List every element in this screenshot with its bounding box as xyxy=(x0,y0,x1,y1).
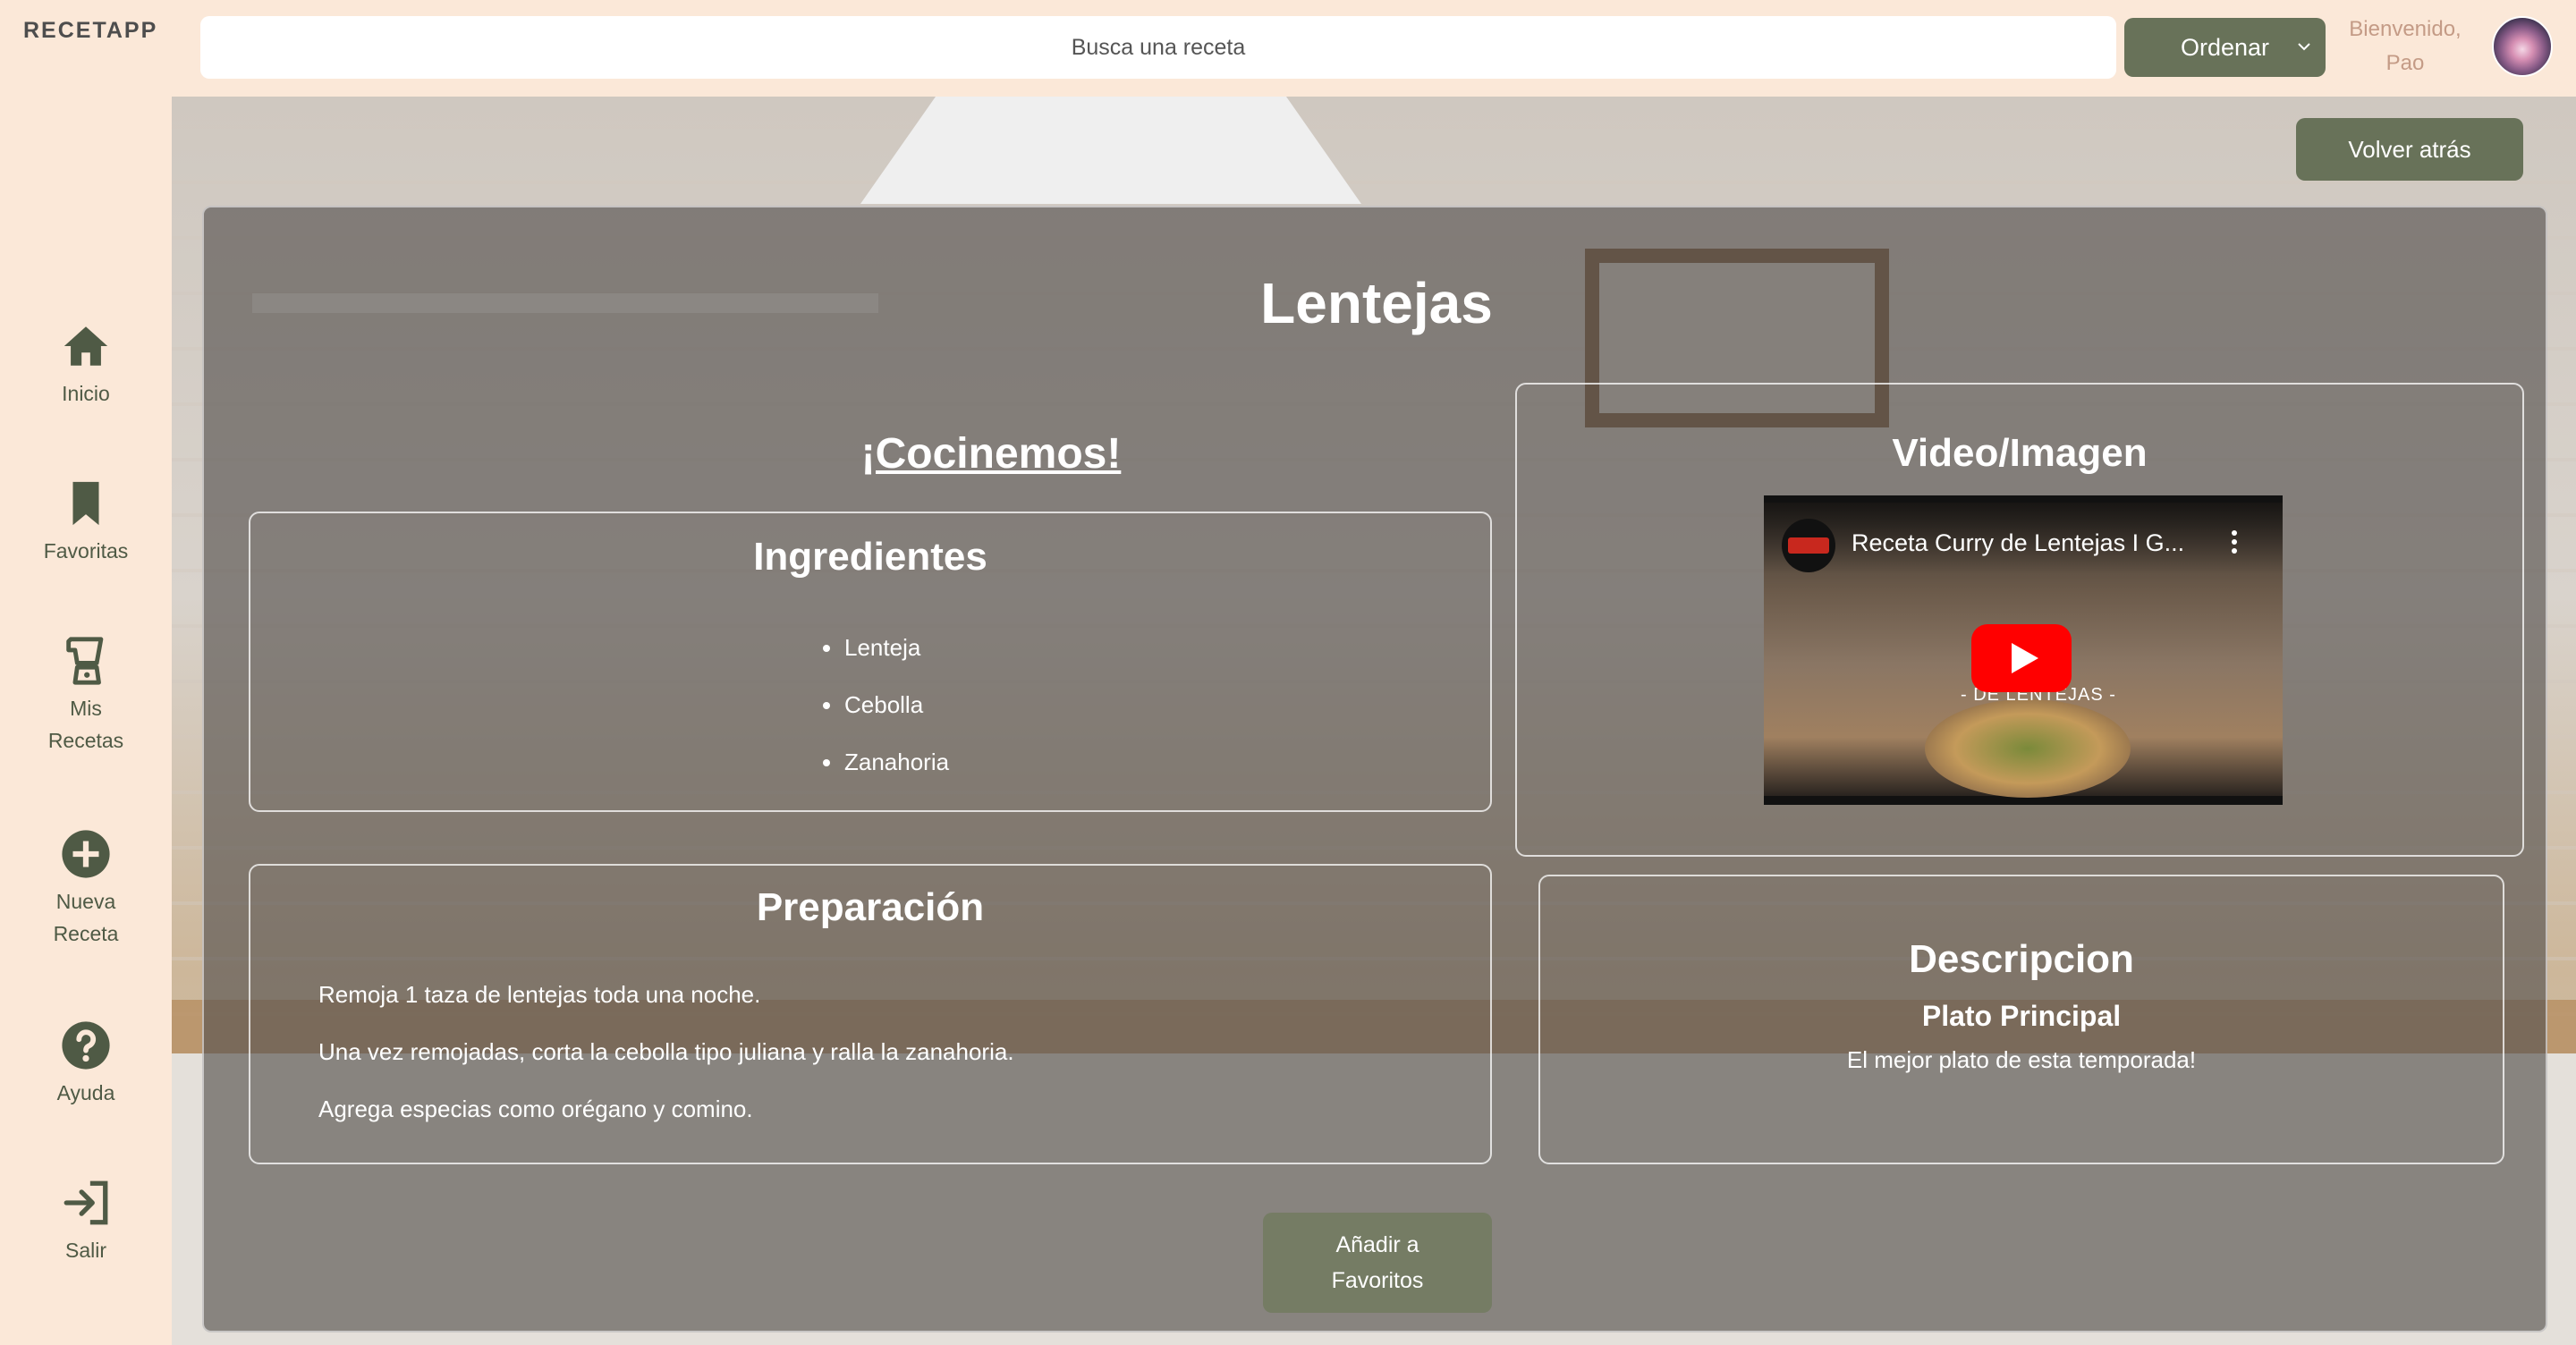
media-title: Video/Imagen xyxy=(1892,431,2148,475)
recipe-title: Lentejas xyxy=(1260,271,1493,335)
preparation-title: Preparación xyxy=(756,885,985,929)
help-circle-icon xyxy=(62,1021,110,1070)
bookmark-icon xyxy=(72,481,99,526)
sidebar-item-favoritas[interactable]: Favoritas xyxy=(0,478,172,567)
home-icon xyxy=(64,326,108,366)
plus-circle-icon xyxy=(62,830,110,878)
list-item: Zanahoria xyxy=(823,733,949,791)
preparation-step: Remoja 1 taza de lentejas toda una noche… xyxy=(318,981,761,1008)
channel-logo-icon[interactable] xyxy=(1782,519,1835,572)
preparation-steps: Remoja 1 taza de lentejas toda una noche… xyxy=(318,966,1014,1138)
recipe-view: Volver atrás Lentejas ¡Cocinemos! Ingred… xyxy=(172,97,2576,1345)
list-item: Lenteja xyxy=(823,619,949,676)
chevron-down-icon xyxy=(2298,43,2310,51)
back-button[interactable]: Volver atrás xyxy=(2296,118,2523,181)
sidebar-item-inicio[interactable]: Inicio xyxy=(0,320,172,410)
preparation-step: Agrega especias como orégano y comino. xyxy=(318,1095,753,1122)
sidebar-item-mis-recetas[interactable]: Mis Recetas xyxy=(0,635,172,757)
blender-icon xyxy=(66,637,104,685)
sort-label: Ordenar xyxy=(2180,33,2270,61)
sidebar-item-nueva-receta[interactable]: Nueva Receta xyxy=(0,828,172,950)
background-photo-hood xyxy=(860,97,1361,204)
top-bar: Ordenar Bienvenido, Pao xyxy=(172,0,2576,97)
sidebar-item-label: Favoritas xyxy=(43,539,129,563)
sidebar-item-label: Mis Recetas xyxy=(47,697,124,752)
sidebar: RECETAPP Inicio Favoritas Mis Recetas Nu… xyxy=(0,0,172,1345)
list-item: Cebolla xyxy=(823,676,949,733)
recipe-card: Lentejas ¡Cocinemos! Ingredientes Lentej… xyxy=(202,206,2547,1332)
logout-icon xyxy=(64,1180,108,1225)
video-title[interactable]: Receta Curry de Lentejas I G... xyxy=(1852,529,2184,557)
sidebar-item-label: Inicio xyxy=(62,382,110,405)
ingredients-panel: Ingredientes Lenteja Cebolla Zanahoria xyxy=(249,512,1492,812)
ingredients-list: Lenteja Cebolla Zanahoria xyxy=(823,619,949,791)
sidebar-item-label: Ayuda xyxy=(56,1081,115,1104)
recipe-category: Plato Principal xyxy=(1921,1000,2122,1032)
preparation-panel: Preparación Remoja 1 taza de lentejas to… xyxy=(249,864,1492,1164)
sidebar-item-label: Nueva Receta xyxy=(53,890,119,945)
description-panel: Descripcion Plato Principal El mejor pla… xyxy=(1538,875,2504,1164)
app-logo: RECETAPP xyxy=(23,18,158,43)
video-embed[interactable]: Receta Curry de Lentejas I G... - DE LEN… xyxy=(1764,495,2283,805)
add-to-favorites-button[interactable]: Añadir a Favoritos xyxy=(1263,1213,1492,1313)
welcome-text: Bienvenido, Pao xyxy=(2349,17,2462,75)
play-icon[interactable] xyxy=(1971,624,2072,692)
sidebar-item-label: Salir xyxy=(64,1239,106,1262)
preparation-step: Una vez remojadas, corta la cebolla tipo… xyxy=(318,1038,1014,1065)
media-panel: Video/Imagen Receta Curry de Lentejas I … xyxy=(1515,383,2524,857)
cook-link[interactable]: ¡Cocinemos! xyxy=(767,429,1215,478)
recipe-description: El mejor plato de esta temporada! xyxy=(1846,1046,2197,1073)
ingredients-title: Ingredientes xyxy=(753,535,987,579)
sidebar-item-salir[interactable]: Salir xyxy=(0,1177,172,1266)
avatar[interactable] xyxy=(2492,16,2553,77)
sidebar-item-ayuda[interactable]: Ayuda xyxy=(0,1019,172,1109)
sort-dropdown[interactable]: Ordenar xyxy=(2124,18,2326,77)
search-input[interactable] xyxy=(200,16,2116,79)
description-title: Descripcion xyxy=(1909,937,2134,981)
video-thumbnail-dish xyxy=(1925,699,2131,798)
more-vertical-icon[interactable] xyxy=(2231,529,2238,554)
